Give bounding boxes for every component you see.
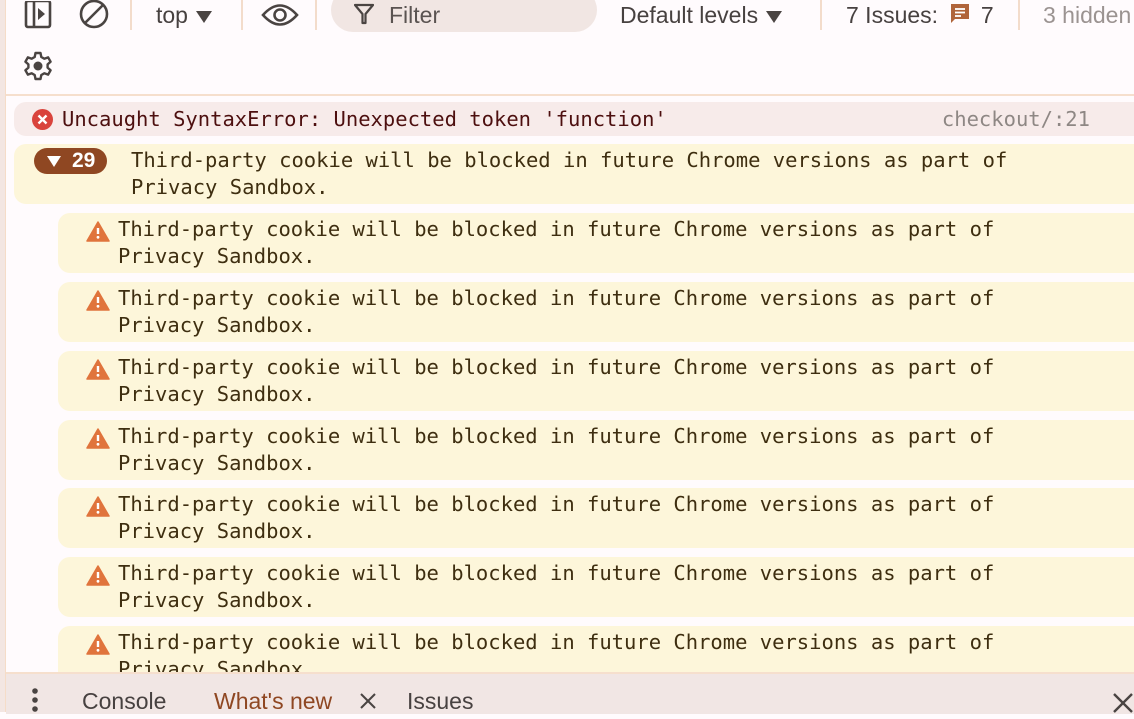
close-drawer-button[interactable] <box>1112 692 1134 719</box>
warning-text: Third-party cookie will be blocked in fu… <box>118 286 995 337</box>
warning-text: Third-party cookie will be blocked in fu… <box>118 492 995 543</box>
filter-icon <box>354 3 374 25</box>
repeat-count-badge[interactable]: 29 <box>34 148 107 174</box>
chevron-down-icon <box>195 10 212 23</box>
warning-group[interactable]: 29 Third-party cookie will be blocked in… <box>14 144 1134 204</box>
close-icon <box>360 693 376 709</box>
warning-text: Third-party cookie will be blocked in fu… <box>118 355 995 406</box>
context-selector[interactable]: top <box>156 0 212 30</box>
group-message-text: Third-party cookie will be blocked in fu… <box>131 148 1008 199</box>
warning-message: Third-party cookie will be blocked in fu… <box>58 420 1134 480</box>
warning-message: Third-party cookie will be blocked in fu… <box>58 626 1134 672</box>
log-levels-label: Default levels <box>620 2 759 28</box>
issues-button[interactable]: 7 Issues: 7 <box>846 0 994 30</box>
gear-icon <box>24 51 52 81</box>
clear-console-button[interactable] <box>78 0 110 30</box>
toolbar-separator <box>1018 0 1020 30</box>
warning-message: Third-party cookie will be blocked in fu… <box>58 213 1134 273</box>
live-expression-button[interactable] <box>260 0 300 30</box>
warning-icon <box>86 565 110 586</box>
warning-icon <box>86 428 110 449</box>
hidden-messages-count: 3 hidden <box>1043 2 1132 28</box>
context-label: top <box>156 2 188 28</box>
block-icon <box>79 0 109 29</box>
warning-text: Third-party cookie will be blocked in fu… <box>118 424 995 475</box>
tab-console[interactable]: Console <box>82 684 166 718</box>
warning-message: Third-party cookie will be blocked in fu… <box>58 282 1134 342</box>
warning-icon <box>86 290 110 311</box>
issues-label: 7 Issues: <box>846 2 939 28</box>
tab-issues[interactable]: Issues <box>407 684 473 718</box>
warning-text: Third-party cookie will be blocked in fu… <box>118 561 995 612</box>
filter-input[interactable]: Filter <box>331 0 597 32</box>
console-messages: Uncaught SyntaxError: Unexpected token '… <box>6 96 1134 672</box>
warning-icon <box>86 496 110 517</box>
sidebar-toggle-button[interactable] <box>22 0 54 30</box>
warning-message: Third-party cookie will be blocked in fu… <box>58 557 1134 617</box>
filter-placeholder: Filter <box>389 2 441 28</box>
warning-message: Third-party cookie will be blocked in fu… <box>58 351 1134 411</box>
toolbar-separator <box>130 0 132 30</box>
console-toolbar: top Filter Default levels 7 Issues: 7 3 … <box>6 0 1134 96</box>
toolbar-separator <box>315 0 317 30</box>
console-settings-button[interactable] <box>22 50 54 82</box>
warning-message: Third-party cookie will be blocked in fu… <box>58 488 1134 548</box>
eye-icon <box>261 4 299 26</box>
expand-triangle-icon <box>47 156 61 167</box>
error-text: Uncaught SyntaxError: Unexpected token '… <box>62 107 667 131</box>
sidebar-toggle-icon <box>24 1 52 29</box>
drawer-tab-bar: Console What's new Issues <box>6 672 1134 714</box>
error-source-link[interactable]: checkout/:21 <box>942 102 1090 136</box>
log-levels-dropdown[interactable]: Default levels <box>620 0 783 30</box>
toolbar-separator <box>820 0 822 30</box>
warning-text: Third-party cookie will be blocked in fu… <box>118 217 995 268</box>
chevron-down-icon <box>766 10 783 23</box>
repeat-count: 29 <box>72 149 96 172</box>
error-icon <box>32 109 53 130</box>
warning-icon <box>86 359 110 380</box>
warning-text: Third-party cookie will be blocked in fu… <box>118 630 995 672</box>
close-icon <box>1113 693 1133 713</box>
more-tools-button[interactable] <box>30 688 40 719</box>
issue-message-icon <box>951 4 970 23</box>
tab-whats-new[interactable]: What's new <box>214 684 332 718</box>
warning-icon <box>86 634 110 655</box>
warning-icon <box>86 221 110 242</box>
more-vertical-icon <box>32 688 38 712</box>
toolbar-separator <box>241 0 243 30</box>
console-error-message: Uncaught SyntaxError: Unexpected token '… <box>14 102 1134 136</box>
issues-count: 7 <box>980 2 994 28</box>
